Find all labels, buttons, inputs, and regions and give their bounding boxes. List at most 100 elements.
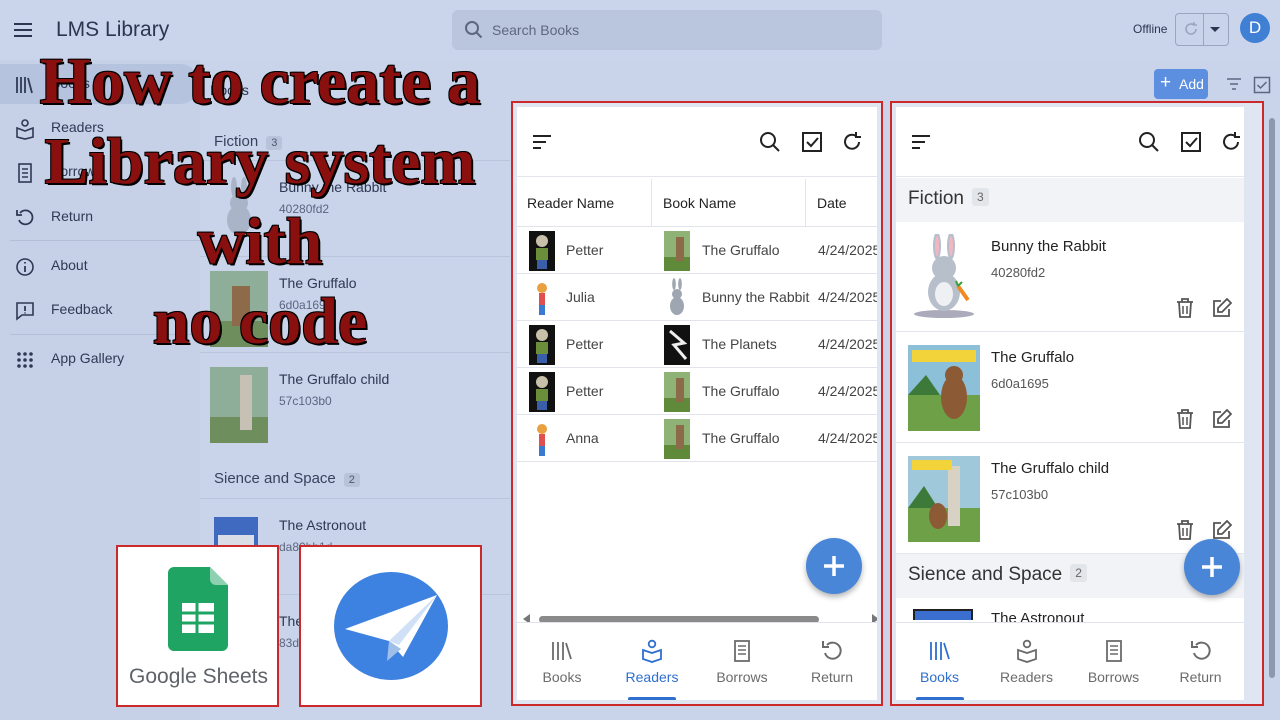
connection-status: Offline [1133, 22, 1168, 36]
list-item[interactable]: Bunny the Rabbit 40280fd2 [896, 222, 1244, 332]
search-input[interactable] [492, 18, 862, 42]
book-name: The Gruffalo [702, 242, 780, 258]
nav-label: Return [1179, 669, 1222, 685]
chevron-down-icon[interactable] [1209, 26, 1221, 34]
borrows-icon [1102, 639, 1126, 663]
nav-tab-readers[interactable]: Readers [607, 623, 697, 700]
nav-tab-borrows[interactable]: Borrows [697, 623, 787, 700]
refresh-icon[interactable] [841, 131, 863, 153]
delete-icon[interactable] [1176, 409, 1194, 429]
title-line: with [197, 205, 323, 278]
reader-avatar [529, 419, 555, 459]
book-title: Bunny the Rabbit [991, 238, 1107, 255]
nav-tab-return[interactable]: Return [787, 623, 877, 700]
column-divider [651, 179, 652, 227]
bottom-navigation: Books Readers Borrows Return [517, 622, 877, 700]
books-icon [928, 639, 952, 663]
borrow-date: 4/24/2025 [818, 336, 877, 352]
table-row[interactable]: Petter The Gruffalo 4/24/2025 [517, 368, 877, 415]
sync-icon[interactable] [1182, 20, 1200, 38]
panel-toolbar [896, 107, 1244, 177]
books-phone-panel: Fiction 3 Bunny the Rabbit 40280fd2 The G… [890, 101, 1264, 706]
edit-icon[interactable] [1212, 298, 1232, 318]
sync-divider [1203, 14, 1204, 45]
table-row[interactable]: Petter The Gruffalo 4/24/2025 [517, 227, 877, 274]
column-header-date[interactable]: Date [817, 195, 847, 211]
select-checkbox-icon[interactable] [801, 131, 823, 153]
column-header-reader[interactable]: Reader Name [527, 195, 614, 211]
group-name: Fiction 3 [908, 188, 989, 210]
nav-tab-readers[interactable]: Readers [983, 623, 1070, 700]
edit-icon[interactable] [1212, 520, 1232, 540]
search-icon [464, 20, 484, 40]
nav-tab-return[interactable]: Return [1157, 623, 1244, 700]
book-title: The Gruffalo child [279, 371, 390, 387]
filter-icon[interactable] [1226, 77, 1242, 91]
add-button[interactable]: + Add [1154, 69, 1208, 99]
list-item[interactable]: The Gruffalo 6d0a1695 [896, 333, 1244, 443]
column-divider [805, 179, 806, 227]
checkbox-icon[interactable] [1253, 76, 1271, 94]
add-book-fab[interactable] [1184, 539, 1240, 595]
nav-tab-borrows[interactable]: Borrows [1070, 623, 1157, 700]
table-row[interactable]: Petter The Planets 4/24/2025 [517, 321, 877, 368]
group-header-space: Sience and Space 2 [214, 470, 360, 487]
plus-icon: + [1160, 72, 1172, 93]
column-header-book[interactable]: Book Name [663, 195, 736, 211]
paper-plane-icon [333, 571, 449, 681]
user-avatar[interactable]: D [1240, 13, 1270, 43]
group-count: 2 [1070, 564, 1087, 582]
delete-icon[interactable] [1176, 520, 1194, 540]
sort-icon[interactable] [910, 131, 932, 153]
reader-avatar [529, 325, 555, 365]
nav-label: Readers [625, 669, 679, 685]
hamburger-menu-icon[interactable] [12, 19, 34, 41]
refresh-icon[interactable] [1220, 131, 1242, 153]
book-cover [664, 231, 690, 271]
table-header: Reader Name Book Name Date [517, 179, 877, 227]
background-scrollbar[interactable] [1268, 100, 1276, 710]
search-icon[interactable] [759, 131, 781, 153]
list-item[interactable]: The Astronout [896, 598, 1244, 627]
nav-label: Return [810, 669, 854, 685]
nav-tab-books[interactable]: Books [896, 623, 983, 700]
borrow-date: 4/24/2025 [818, 383, 877, 399]
book-cover [664, 419, 690, 459]
select-checkbox-icon[interactable] [1180, 131, 1202, 153]
scrollbar-thumb[interactable] [1269, 118, 1275, 678]
readers-icon [1015, 639, 1039, 663]
table-row[interactable]: Julia Bunny the Rabbit 4/24/2025 [517, 274, 877, 321]
list-item[interactable]: The Gruffalo child 57c103b0 [896, 444, 1244, 554]
book-cover [664, 278, 690, 318]
nav-label: Books [920, 669, 959, 685]
gruffalo-child-thumbnail [210, 367, 268, 443]
book-title: The Gruffalo child [991, 460, 1110, 477]
book-name: The Gruffalo [702, 430, 780, 446]
books-icon [550, 639, 574, 663]
edit-icon[interactable] [1212, 409, 1232, 429]
group-count: 3 [971, 188, 989, 206]
sync-button-group[interactable] [1175, 13, 1229, 46]
title-line: no code [152, 285, 368, 358]
table-row[interactable]: Anna The Gruffalo 4/24/2025 [517, 415, 877, 462]
list-item[interactable]: The Gruffalo child 57c103b0 [200, 352, 510, 447]
nav-tab-books[interactable]: Books [517, 623, 607, 700]
book-title: The Gruffalo [991, 349, 1075, 366]
google-sheets-icon [168, 567, 228, 651]
add-borrow-fab[interactable] [806, 538, 862, 594]
nav-label: Borrows [1087, 669, 1140, 685]
borrow-date: 4/24/2025 [818, 242, 877, 258]
group-name: Sience and Space [214, 470, 336, 487]
astronout-cover [912, 608, 974, 620]
group-name: Sience and Space 2 [908, 564, 1087, 586]
sort-icon[interactable] [531, 131, 553, 153]
book-name: The Planets [702, 336, 777, 352]
gruffalo-child-cover [908, 456, 980, 542]
book-cover [664, 325, 690, 365]
search-icon[interactable] [1138, 131, 1160, 153]
borrows-icon [730, 639, 754, 663]
book-id: 40280fd2 [991, 265, 1046, 280]
gruffalo-cover [908, 345, 980, 431]
active-tab-indicator [915, 697, 964, 700]
delete-icon[interactable] [1176, 298, 1194, 318]
